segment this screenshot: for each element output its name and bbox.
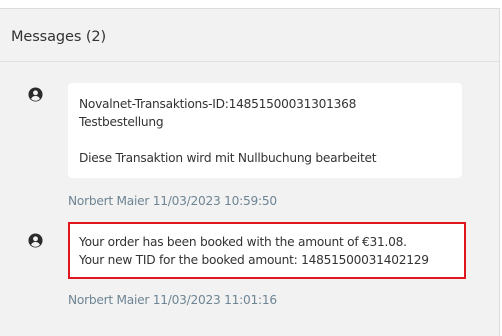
user-icon — [28, 233, 43, 248]
panel-title: Messages (2) — [11, 29, 107, 45]
message-line: Your new TID for the booked amount: 1485… — [79, 253, 429, 267]
message-line: Testbestellung — [79, 115, 164, 129]
message-bubble: Novalnet-Transaktions-ID:148515000313013… — [68, 83, 462, 178]
message-line: Novalnet-Transaktions-ID:148515000313013… — [79, 97, 357, 111]
message-line: Your order has been booked with the amou… — [79, 235, 407, 249]
messages-panel: Messages (2) Novalnet-Transaktions-ID:14… — [0, 8, 500, 336]
message-line: Diese Transaktion wird mit Nullbuchung b… — [79, 151, 377, 165]
message-meta: Norbert Maier 11/03/2023 10:59:50 — [68, 194, 277, 208]
message-meta: Norbert Maier 11/03/2023 11:01:16 — [68, 293, 277, 307]
user-icon — [28, 87, 43, 102]
panel-header: Messages (2) — [0, 9, 499, 62]
message-bubble-highlighted: Your order has been booked with the amou… — [68, 222, 466, 279]
